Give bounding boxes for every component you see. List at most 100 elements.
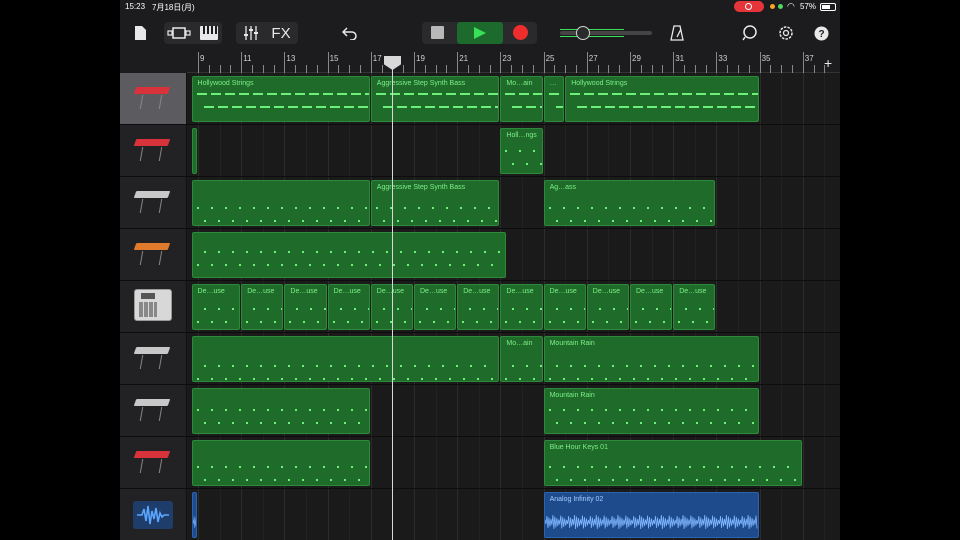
midi-note: [294, 409, 297, 411]
record-button[interactable]: [513, 25, 528, 40]
track-lane[interactable]: Mountain Rain: [187, 385, 840, 436]
play-button[interactable]: [457, 22, 503, 44]
track-header[interactable]: [120, 385, 187, 436]
midi-note: [336, 264, 339, 266]
instrument-button[interactable]: [198, 22, 220, 44]
region[interactable]: Blue Hour Keys 01: [543, 440, 802, 486]
region[interactable]: De…use: [630, 284, 673, 330]
track-header[interactable]: [120, 73, 187, 124]
track-lane[interactable]: Mo…ain Mountain Rain: [187, 333, 840, 384]
region[interactable]: Mo…ain: [500, 76, 543, 122]
grid-line: [435, 125, 437, 176]
region[interactable]: De…use: [586, 284, 629, 330]
screen-recording-indicator[interactable]: [734, 1, 764, 12]
midi-note: [611, 220, 614, 222]
track-lane[interactable]: Hollywood Strings Aggressive Step Synth B…: [187, 73, 840, 124]
ruler-tick: [349, 65, 351, 73]
region[interactable]: De…use: [241, 284, 284, 330]
midi-note: [410, 220, 413, 222]
track-header[interactable]: [120, 229, 187, 280]
region[interactable]: De…use: [414, 284, 457, 330]
region[interactable]: Analog Infinity 02: [543, 492, 759, 538]
midi-note: [266, 466, 269, 468]
region[interactable]: [191, 492, 197, 538]
region[interactable]: De…use: [284, 284, 327, 330]
ruler-tick: [608, 65, 610, 73]
region[interactable]: [191, 388, 370, 434]
region[interactable]: De…use: [457, 284, 500, 330]
region[interactable]: Mountain Rain: [543, 336, 759, 382]
region[interactable]: Hollywood Strings: [191, 76, 370, 122]
track-row[interactable]: Analog Infinity 02: [120, 489, 840, 540]
midi-note: [259, 106, 270, 108]
ruler-tick: [241, 52, 243, 73]
track-controls-button[interactable]: [240, 22, 262, 44]
track-row[interactable]: De…use De…use De…use De…use De…use De…use De…u…: [120, 281, 840, 333]
timeline-ruler[interactable]: 9 11 13 15 17 19 21 23 25 27 29 31 33 35 37 +: [120, 52, 840, 73]
track-row[interactable]: Mo…ain Mountain Rain: [120, 333, 840, 385]
region[interactable]: Aggressive Step Synth Bass: [370, 76, 500, 122]
midi-note: [301, 422, 304, 424]
help-button[interactable]: ?: [812, 22, 830, 44]
midi-note: [576, 207, 579, 209]
loop-browser-button[interactable]: [740, 22, 760, 44]
midi-note: [252, 207, 255, 209]
track-lane[interactable]: Blue Hour Keys 01: [187, 437, 840, 488]
region[interactable]: De…use: [673, 284, 716, 330]
add-section-button[interactable]: +: [824, 55, 832, 71]
mic-indicator-icon: [770, 4, 775, 9]
midi-note: [259, 422, 262, 424]
midi-note: [203, 251, 206, 253]
track-lane[interactable]: [187, 229, 840, 280]
region[interactable]: De…use: [327, 284, 370, 330]
region[interactable]: Mo…ain: [500, 336, 543, 382]
region[interactable]: Holl…ngs: [500, 128, 543, 174]
region[interactable]: Aggressive Step Synth Bass: [370, 180, 500, 226]
track-row[interactable]: Hollywood Strings Aggressive Step Synth B…: [120, 73, 840, 125]
region[interactable]: De…use: [543, 284, 586, 330]
region[interactable]: [191, 336, 500, 382]
track-lane[interactable]: Holl…ngs: [187, 125, 840, 176]
track-header[interactable]: [120, 125, 187, 176]
track-lane[interactable]: Aggressive Step Synth Bass Ag…ass: [187, 177, 840, 228]
region[interactable]: …: [543, 76, 565, 122]
region[interactable]: De…use: [500, 284, 543, 330]
region-label: Hollywood Strings: [571, 80, 628, 87]
track-row[interactable]: Holl…ngs: [120, 125, 840, 177]
track-row[interactable]: Blue Hour Keys 01: [120, 437, 840, 489]
midi-note: [490, 264, 493, 266]
region[interactable]: Mountain Rain: [543, 388, 759, 434]
fx-button[interactable]: FX: [268, 22, 294, 44]
settings-button[interactable]: [776, 22, 796, 44]
track-lane[interactable]: Analog Infinity 02: [187, 489, 840, 540]
midi-note: [751, 479, 754, 481]
midi-note: [505, 93, 516, 95]
region[interactable]: [191, 180, 370, 226]
region[interactable]: De…use: [191, 284, 241, 330]
master-volume-slider[interactable]: [576, 26, 590, 40]
track-header[interactable]: [120, 489, 187, 540]
grid-line: [586, 125, 588, 176]
my-songs-button[interactable]: [132, 22, 148, 44]
track-row[interactable]: Mountain Rain: [120, 385, 840, 437]
region[interactable]: Ag…ass: [543, 180, 716, 226]
region[interactable]: [191, 232, 506, 278]
midi-note: [612, 308, 615, 310]
track-row[interactable]: Aggressive Step Synth Bass Ag…ass: [120, 177, 840, 229]
region[interactable]: [191, 128, 197, 174]
undo-button[interactable]: [340, 22, 360, 44]
track-header[interactable]: [120, 177, 187, 228]
midi-note: [469, 251, 472, 253]
track-header[interactable]: [120, 281, 187, 332]
browser-button[interactable]: [166, 22, 192, 44]
track-row[interactable]: [120, 229, 840, 281]
midi-note: [196, 207, 199, 209]
stop-button[interactable]: [431, 26, 444, 39]
track-header[interactable]: [120, 333, 187, 384]
midi-note: [273, 220, 276, 222]
region[interactable]: [191, 440, 370, 486]
track-header[interactable]: [120, 437, 187, 488]
track-lane[interactable]: De…use De…use De…use De…use De…use De…use De…u…: [187, 281, 840, 332]
metronome-button[interactable]: [668, 22, 686, 44]
region[interactable]: Hollywood Strings: [565, 76, 759, 122]
